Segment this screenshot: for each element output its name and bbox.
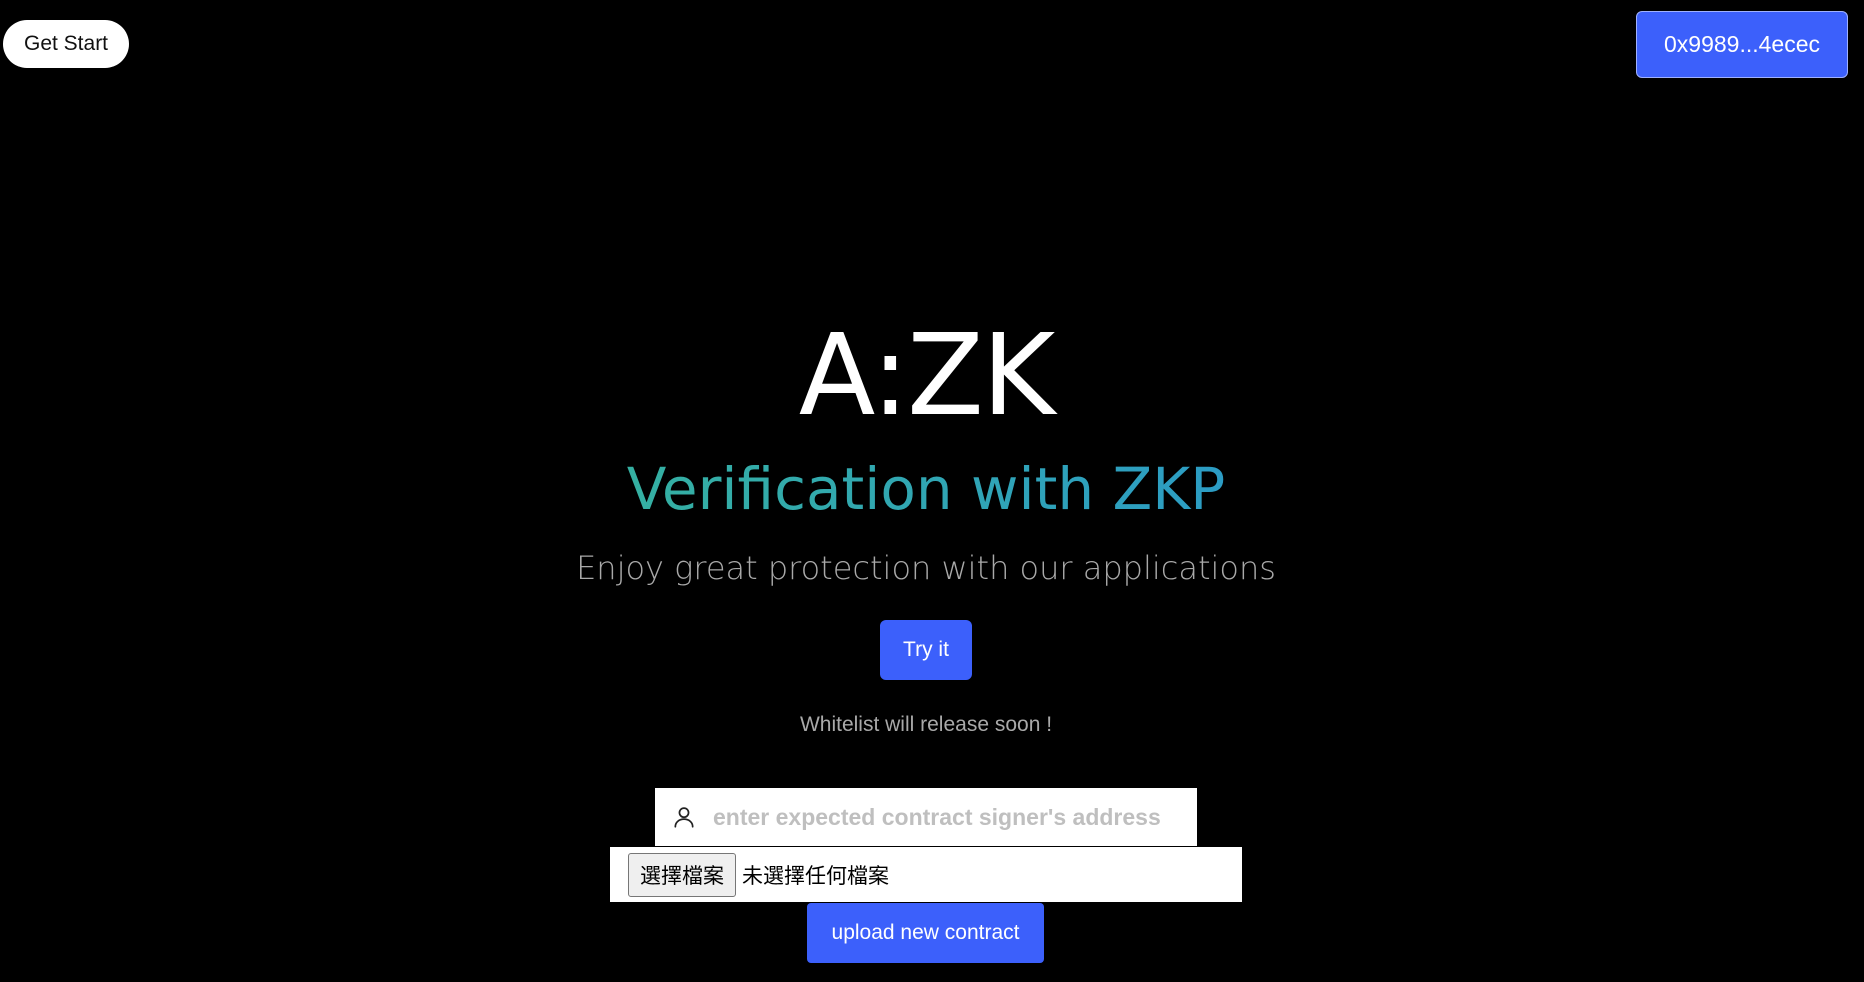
file-status-text: 未選擇任何檔案	[742, 863, 889, 888]
signer-address-field	[655, 788, 1197, 846]
hero-subtitle-text: Verification with ZKP	[626, 455, 1226, 523]
signer-address-input[interactable]	[713, 803, 1173, 831]
wallet-address-button[interactable]: 0x9989...4ecec	[1636, 11, 1848, 78]
get-start-button[interactable]: Get Start	[3, 20, 129, 68]
try-it-button[interactable]: Try it	[880, 620, 972, 680]
hero-title: A:ZK	[798, 311, 1056, 441]
whitelist-notice: Whitelist will release soon !	[799, 713, 1053, 736]
hero-tagline: Enjoy great protection with our applicat…	[576, 549, 1276, 587]
hero-subtitle: Verification with ZKP	[0, 455, 1852, 523]
upload-contract-button[interactable]: upload new contract	[807, 903, 1044, 963]
choose-file-button[interactable]: 選擇檔案	[628, 852, 736, 897]
user-icon	[671, 804, 697, 830]
landing-page: Get Start 0x9989...4ecec A:ZK Verificati…	[0, 0, 1864, 982]
contract-file-picker: 選擇檔案 未選擇任何檔案	[610, 847, 1242, 902]
